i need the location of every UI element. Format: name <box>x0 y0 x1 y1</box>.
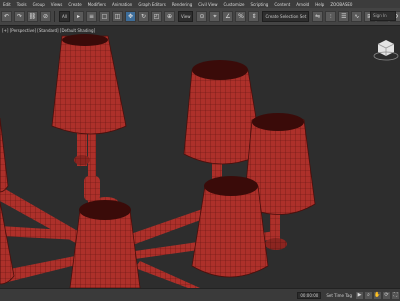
reference-coordinate-dropdown[interactable]: View <box>177 11 194 22</box>
set-time-tag-button[interactable]: Set Time Tag <box>323 293 355 298</box>
placement-icon[interactable]: ⊕ <box>163 11 175 22</box>
sign-in-field[interactable]: Sign In <box>370 11 396 21</box>
angle-snap-icon[interactable]: ∠ <box>222 11 234 22</box>
menu-modifiers[interactable]: Modifiers <box>85 2 109 7</box>
scene-render <box>0 34 399 288</box>
menu-animation[interactable]: Animation <box>109 2 135 7</box>
undo-icon[interactable]: ↶ <box>1 11 12 22</box>
menu-views[interactable]: Views <box>48 2 66 7</box>
menu-arnold[interactable]: Arnold <box>293 2 312 7</box>
menu-civil-view[interactable]: Civil View <box>195 2 220 7</box>
menu-create[interactable]: Create <box>65 2 84 7</box>
redo-icon[interactable]: ↷ <box>14 11 25 22</box>
menu-help[interactable]: Help <box>312 2 327 7</box>
pan-icon[interactable]: ✋ <box>374 291 381 299</box>
menu-content[interactable]: Content <box>271 2 293 7</box>
menu-group[interactable]: Group <box>30 2 48 7</box>
menu-rendering[interactable]: Rendering <box>169 2 195 7</box>
status-bar: 00:00:00 Set Time Tag ▶ ⌕ ✋ ⟳ ⛶ <box>0 288 400 301</box>
rotate-icon[interactable]: ↻ <box>137 11 149 22</box>
main-toolbar: ↶ ↷ ⛓ ⊘ All ▸ ≡ □ ◫ ✥ ↻ ◰ ⊕ View ⊙ ⌖ ∠ %… <box>0 8 400 26</box>
selection-filter-dropdown[interactable]: All <box>59 11 70 22</box>
menu-scripting[interactable]: Scripting <box>248 2 272 7</box>
layers-icon[interactable]: ☰ <box>338 11 350 22</box>
lampshade-bottom-center <box>69 200 141 288</box>
window-crossing-icon[interactable]: ◫ <box>111 11 123 22</box>
unlink-icon[interactable]: ⊘ <box>40 11 51 22</box>
link-icon[interactable]: ⛓ <box>27 11 38 22</box>
snap-icon[interactable]: ⌖ <box>209 11 221 22</box>
align-icon[interactable]: ⫶ <box>325 11 337 22</box>
menu-customize[interactable]: Customize <box>221 2 248 7</box>
orbit-icon[interactable]: ⟳ <box>383 291 390 299</box>
pivot-icon[interactable]: ⊙ <box>196 11 208 22</box>
named-selection-dropdown[interactable]: Create Selection Set <box>262 11 310 22</box>
maximize-icon[interactable]: ⛶ <box>392 291 399 299</box>
menu-bar: Edit Tools Group Views Create Modifiers … <box>0 0 400 8</box>
scale-icon[interactable]: ◰ <box>150 11 162 22</box>
time-display[interactable]: 00:00:00 <box>297 291 322 299</box>
menu-edit[interactable]: Edit <box>0 2 14 7</box>
mirror-icon[interactable]: ⇋ <box>312 11 324 22</box>
select-object-icon[interactable]: ▸ <box>72 11 84 22</box>
percent-snap-icon[interactable]: % <box>235 11 247 22</box>
menu-graph-editors[interactable]: Graph Editors <box>135 2 168 7</box>
viewport-label[interactable]: [+] [Perspective] [Standard] [Default Sh… <box>2 28 95 33</box>
move-icon[interactable]: ✥ <box>124 11 136 22</box>
rect-selection-icon[interactable]: □ <box>98 11 110 22</box>
curve-editor-icon[interactable]: ∿ <box>351 11 363 22</box>
spinner-snap-icon[interactable]: ⇕ <box>248 11 260 22</box>
menu-workspace[interactable]: ZOOBASE0 <box>327 2 355 7</box>
viewcube-icon[interactable] <box>373 40 399 61</box>
lampshade-bottom-right <box>191 176 269 278</box>
perspective-viewport[interactable]: [+] [Perspective] [Standard] [Default Sh… <box>0 26 400 288</box>
zoom-icon[interactable]: ⌕ <box>365 291 372 299</box>
menu-tools[interactable]: Tools <box>14 2 30 7</box>
toolbar-divider <box>54 11 55 22</box>
play-icon[interactable]: ▶ <box>356 291 363 299</box>
select-by-name-icon[interactable]: ≡ <box>85 11 97 22</box>
